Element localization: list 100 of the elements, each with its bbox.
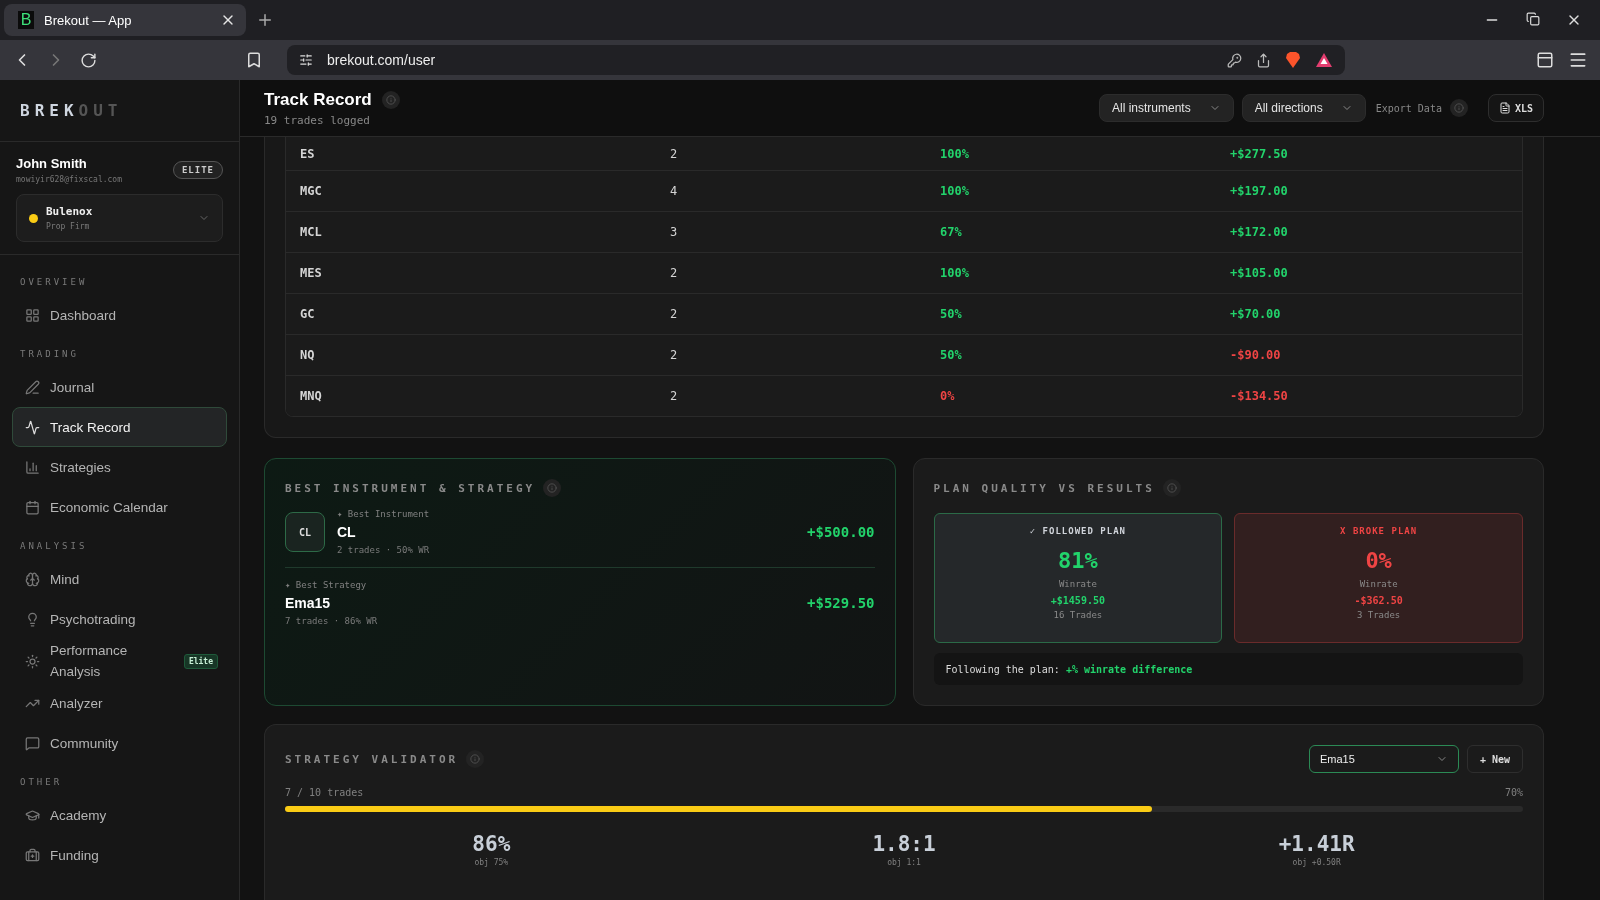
nav-item[interactable]: Community [12,723,227,763]
plan-heading: X BROKE PLAN [1340,526,1418,536]
tab-title: Brekout — App [44,12,133,28]
metric-value: 86% [471,832,512,856]
section-title: TRADING [19,348,80,361]
new-button[interactable]: + New [1466,745,1523,773]
table-cell-text: 2 [670,389,679,403]
table-cell-text: GC [300,307,316,321]
metric-value: 1.8:1 [871,832,937,856]
table-cell-text: +$105.00 [1230,266,1289,280]
table-cell-text: 0% [940,389,956,403]
brain-icon [25,571,40,587]
menu-icon[interactable] [1568,50,1588,70]
metric-objective: obj +0.50R [1291,858,1342,867]
trade-count: 3 Trades [1356,610,1401,620]
share-icon[interactable] [1256,52,1271,68]
winrate-label: Winrate [1359,579,1398,589]
section-title: ANALYSIS [19,540,89,553]
nav-item[interactable]: Academy [12,795,227,835]
table-cell-text: 2 [670,146,679,161]
table-cell-text: MGC [300,184,323,198]
filter-dropdown[interactable]: All instruments [1098,94,1234,122]
table-cell-text: 100% [940,266,970,280]
nav-item[interactable]: Mind [12,559,227,599]
nav-item[interactable]: Performance Analysis Elite [12,639,227,683]
grid-icon [25,307,40,323]
sun-icon [25,653,40,669]
xls-button[interactable]: XLS [1487,94,1544,122]
nav-item[interactable]: Strategies [12,447,227,487]
best-name: CL [337,524,357,540]
elite-badge: Elite [183,653,218,669]
user-email: mowiyir628@fixscal.com [16,175,122,184]
table-cell-text: NQ [300,348,316,362]
card-title: STRATEGY VALIDATOR [285,752,459,766]
table-cell-text: ES [300,146,316,161]
best-meta: 2 trades · 50% WR [337,545,431,555]
triangle-icon[interactable] [1315,52,1333,68]
strategy-dropdown[interactable]: Ema15 [1308,745,1459,773]
table-cell-text: 2 [670,307,679,321]
plan-heading: ✓ FOLLOWED PLAN [1029,526,1126,536]
metric-objective: obj 1:1 [886,858,922,867]
table-cell-text: 2 [670,266,679,280]
table-cell-text: 100% [940,146,970,161]
trade-count: 16 Trades [1053,610,1103,620]
table-cell-text: 50% [940,348,963,362]
table-cell-text: 50% [940,307,963,321]
pen-icon [25,379,40,395]
table-cell-text: +$70.00 [1230,307,1282,321]
graduation-cap-icon [25,807,40,823]
browser-tab[interactable]: B Brekout — App [4,4,246,36]
metric-objective: obj 75% [473,858,510,867]
table-cell-text: -$134.50 [1230,389,1289,403]
best-label: ✦ Best Strategy [285,580,368,590]
table-cell-text: -$90.00 [1230,348,1282,362]
table-cell-text: MNQ [300,389,323,403]
user-name: John Smith [16,156,88,171]
key-icon[interactable] [1227,52,1242,68]
best-meta: 7 trades · 86% WR [285,616,379,626]
progress-percent: 70% [1504,787,1523,798]
summary-text: Following the plan: [945,663,1061,675]
panel-icon[interactable] [1536,51,1554,69]
briefcase-icon [25,847,40,863]
nav-item[interactable]: Economic Calendar [12,487,227,527]
nav-item[interactable]: Track Record [12,407,227,447]
table-cell-text: 3 [670,225,679,239]
bookmark-icon[interactable] [245,51,263,69]
instrument-badge: CL [285,512,325,552]
nav-item[interactable]: Psychotrading [12,599,227,639]
winrate-value: 0% [1365,548,1392,573]
calendar-icon [25,499,40,515]
address-bar[interactable]: brekout.com/user [287,45,1345,75]
account-selector[interactable]: Bulenox Prop Firm [16,194,223,242]
nav-item[interactable]: Analyzer [12,683,227,723]
chat-bubble-icon [25,735,40,751]
document-icon [1498,102,1511,114]
best-pnl: +$529.50 [807,595,875,611]
winrate-value: 81% [1058,548,1098,573]
bars-icon [25,459,40,475]
plan-pnl: +$1459.50 [1050,595,1105,606]
site-settings-icon[interactable] [299,53,313,67]
new-tab-icon[interactable] [256,11,274,29]
best-name: Ema15 [285,595,332,611]
plan-badge: ELITE [172,161,223,179]
summary-value: +% winrate difference [1065,663,1193,675]
best-pnl: +$500.00 [807,524,875,540]
table-cell-text: +$197.00 [1230,184,1289,198]
reload-icon[interactable] [80,51,97,69]
nav-item[interactable]: Journal [12,367,227,407]
table-cell-text: +$172.00 [1230,225,1289,239]
nav-item[interactable]: Dashboard [12,295,227,335]
page-subtitle: 19 trades logged [264,113,371,127]
table-cell-text: 100% [940,184,970,198]
lightbulb-icon [25,611,40,627]
lion-shield-icon[interactable] [1285,51,1301,69]
nav-item[interactable]: Funding [12,835,227,875]
restore-icon[interactable] [1526,12,1540,26]
winrate-label: Winrate [1058,579,1097,589]
filter-dropdown[interactable]: All directions [1241,94,1366,122]
table-cell-text: 2 [670,348,679,362]
table-cell-text: MCL [300,225,323,239]
